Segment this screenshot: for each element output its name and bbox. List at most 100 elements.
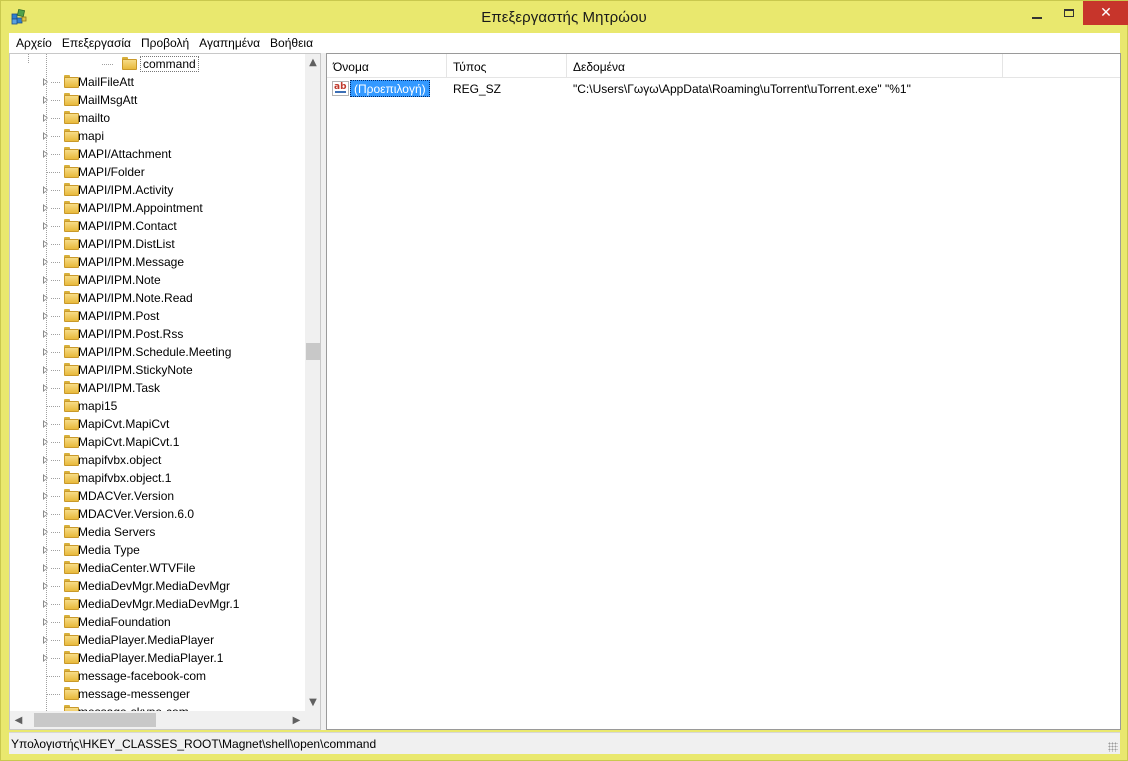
tree-horizontal-scrollbar[interactable]: ◀ ▶ [10, 711, 305, 729]
menu-view[interactable]: Προβολή [136, 33, 194, 53]
menu-help[interactable]: Βοήθεια [265, 33, 318, 53]
tree-item[interactable]: MAPI/IPM.Note.Read [10, 289, 305, 307]
tree-item[interactable]: MAPI/Folder [10, 163, 305, 181]
column-header-data[interactable]: Δεδομένα [567, 54, 1003, 78]
tree-item[interactable]: MapiCvt.MapiCvt.1 [10, 433, 305, 451]
expand-arrow-icon[interactable] [43, 96, 48, 104]
minimize-button[interactable] [1019, 1, 1055, 25]
tree-vertical-scrollbar[interactable]: ▲ ▼ [305, 54, 320, 711]
values-list-pane[interactable]: Όνομα Τύπος Δεδομένα ab (Προεπιλογή) REG… [326, 53, 1121, 730]
tree-item[interactable]: MediaCenter.WTVFile [10, 559, 305, 577]
tree-item[interactable]: mailto [10, 109, 305, 127]
tree-item[interactable]: MailFileAtt [10, 73, 305, 91]
expand-arrow-icon[interactable] [43, 564, 48, 572]
expand-arrow-icon[interactable] [43, 276, 48, 284]
tree-item[interactable]: MAPI/IPM.Task [10, 379, 305, 397]
tree-item[interactable]: MAPI/IPM.DistList [10, 235, 305, 253]
tree-item[interactable]: MAPI/IPM.StickyNote [10, 361, 305, 379]
tree-item[interactable]: MAPI/IPM.Message [10, 253, 305, 271]
expand-arrow-icon[interactable] [43, 474, 48, 482]
expand-arrow-icon[interactable] [43, 186, 48, 194]
folder-icon [64, 147, 79, 161]
tree-item[interactable]: MAPI/IPM.Post [10, 307, 305, 325]
expand-arrow-icon[interactable] [43, 420, 48, 428]
scroll-thumb[interactable] [306, 343, 320, 360]
expand-arrow-icon[interactable] [43, 600, 48, 608]
scroll-up-icon[interactable]: ▲ [305, 54, 320, 71]
expand-arrow-icon[interactable] [43, 294, 48, 302]
list-row[interactable]: ab (Προεπιλογή) REG_SZ "C:\Users\Γωγω\Ap… [327, 80, 1120, 98]
tree-item[interactable]: MediaFoundation [10, 613, 305, 631]
title-bar[interactable]: Επεξεργαστής Μητρώου ✕ [1, 1, 1128, 33]
menu-edit[interactable]: Επεξεργασία [57, 33, 136, 53]
tree-item[interactable]: MediaDevMgr.MediaDevMgr [10, 577, 305, 595]
expand-arrow-icon[interactable] [43, 114, 48, 122]
column-header-name[interactable]: Όνομα [327, 54, 447, 78]
expand-arrow-icon[interactable] [43, 366, 48, 374]
tree-item[interactable]: mapifvbx.object [10, 451, 305, 469]
key-tree: command MailFileAtt MailMsgAtt mailto mapi M… [10, 54, 305, 711]
expand-arrow-icon[interactable] [43, 150, 48, 158]
expand-arrow-icon[interactable] [43, 636, 48, 644]
expand-arrow-icon[interactable] [43, 330, 48, 338]
tree-item[interactable]: MapiCvt.MapiCvt [10, 415, 305, 433]
expand-arrow-icon[interactable] [43, 348, 48, 356]
tree-item-label: MAPI/IPM.Activity [78, 183, 174, 197]
tree-item[interactable]: message-facebook-com [10, 667, 305, 685]
resize-grip-icon[interactable] [1108, 742, 1118, 752]
tree-item[interactable]: MAPI/IPM.Contact [10, 217, 305, 235]
tree-item-command[interactable]: command [10, 54, 305, 73]
tree-item[interactable]: MDACVer.Version [10, 487, 305, 505]
expand-arrow-icon[interactable] [43, 438, 48, 446]
expand-arrow-icon[interactable] [43, 132, 48, 140]
expand-arrow-icon[interactable] [43, 240, 48, 248]
tree-item[interactable]: message-messenger [10, 685, 305, 703]
expand-arrow-icon[interactable] [43, 222, 48, 230]
expand-arrow-icon[interactable] [43, 546, 48, 554]
folder-icon [64, 651, 79, 665]
tree-item[interactable]: MAPI/IPM.Schedule.Meeting [10, 343, 305, 361]
tree-item[interactable]: MAPI/IPM.Note [10, 271, 305, 289]
tree-item[interactable]: MediaDevMgr.MediaDevMgr.1 [10, 595, 305, 613]
maximize-button[interactable] [1055, 1, 1083, 25]
expand-arrow-icon[interactable] [43, 582, 48, 590]
tree-item[interactable]: mapi [10, 127, 305, 145]
tree-item[interactable]: mapifvbx.object.1 [10, 469, 305, 487]
tree-item[interactable]: MAPI/IPM.Post.Rss [10, 325, 305, 343]
menu-file[interactable]: Αρχείο [9, 33, 57, 53]
expand-arrow-icon[interactable] [43, 384, 48, 392]
scroll-down-icon[interactable]: ▼ [305, 694, 320, 711]
expand-arrow-icon[interactable] [43, 528, 48, 536]
tree-item[interactable]: MAPI/IPM.Activity [10, 181, 305, 199]
expand-arrow-icon[interactable] [43, 654, 48, 662]
expand-arrow-icon[interactable] [43, 510, 48, 518]
tree-item[interactable]: MailMsgAtt [10, 91, 305, 109]
menu-favorites[interactable]: Αγαπημένα [194, 33, 265, 53]
expand-arrow-icon[interactable] [43, 312, 48, 320]
tree-item[interactable]: MediaPlayer.MediaPlayer.1 [10, 649, 305, 667]
tree-item[interactable]: Media Type [10, 541, 305, 559]
tree-item[interactable]: message-skype-com [10, 703, 305, 711]
tree-item[interactable]: MediaPlayer.MediaPlayer [10, 631, 305, 649]
column-header-type[interactable]: Τύπος [447, 54, 567, 78]
folder-icon [64, 669, 79, 683]
scroll-left-icon[interactable]: ◀ [10, 711, 27, 729]
tree-item-label: mapifvbx.object [78, 453, 162, 467]
scroll-thumb[interactable] [34, 713, 156, 727]
folder-icon [64, 111, 79, 125]
expand-arrow-icon[interactable] [43, 492, 48, 500]
tree-item[interactable]: Media Servers [10, 523, 305, 541]
close-button[interactable]: ✕ [1083, 1, 1128, 25]
scroll-right-icon[interactable]: ▶ [288, 711, 305, 729]
tree-item-label: MAPI/IPM.Schedule.Meeting [78, 345, 232, 359]
tree-item[interactable]: MAPI/Attachment [10, 145, 305, 163]
tree-item[interactable]: MDACVer.Version.6.0 [10, 505, 305, 523]
tree-item[interactable]: MAPI/IPM.Appointment [10, 199, 305, 217]
expand-arrow-icon[interactable] [43, 204, 48, 212]
tree-item[interactable]: mapi15 [10, 397, 305, 415]
expand-arrow-icon[interactable] [43, 618, 48, 626]
key-tree-pane[interactable]: command MailFileAtt MailMsgAtt mailto mapi M… [9, 53, 321, 730]
expand-arrow-icon[interactable] [43, 258, 48, 266]
expand-arrow-icon[interactable] [43, 456, 48, 464]
expand-arrow-icon[interactable] [43, 78, 48, 86]
